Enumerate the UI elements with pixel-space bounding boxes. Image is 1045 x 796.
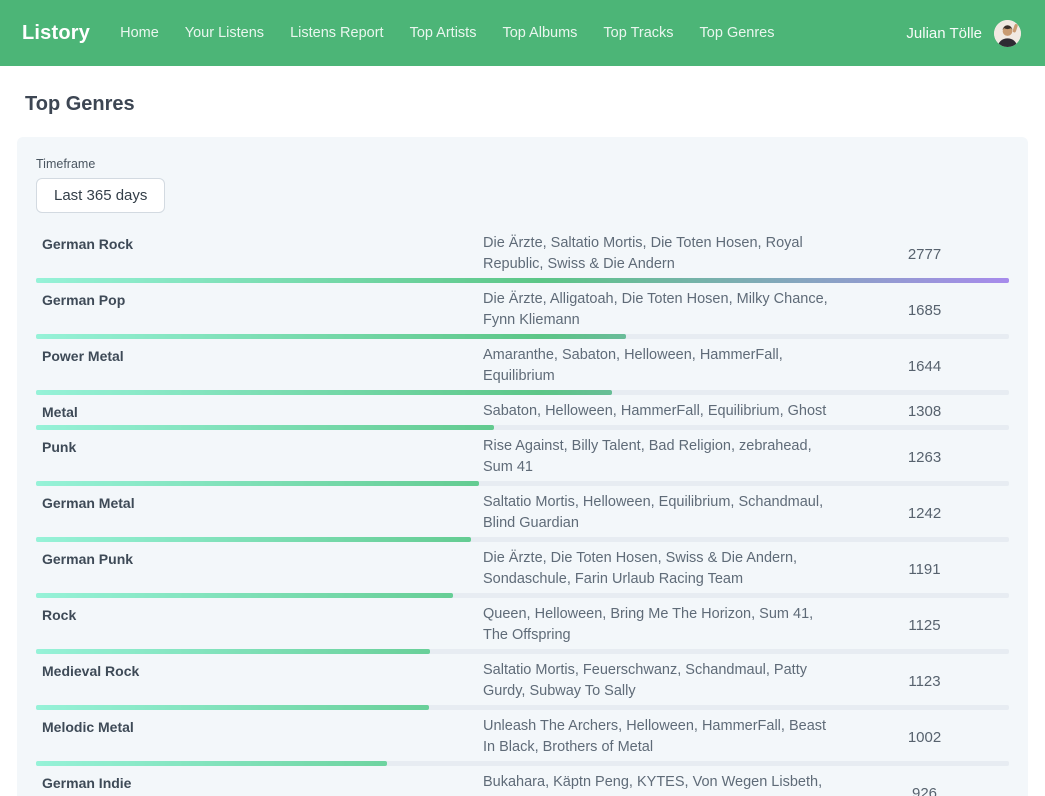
genre-artists: Bukahara, Käptn Peng, KYTES, Von Wegen L… [483,772,840,796]
genre-count: 2777 [840,246,1009,263]
genre-artists: Die Ärzte, Saltatio Mortis, Die Toten Ho… [483,233,840,275]
genre-row: German Punk Die Ärzte, Die Toten Hosen, … [36,542,1009,598]
genre-count: 1125 [840,617,1009,634]
genre-row: German Pop Die Ärzte, Alligatoah, Die To… [36,283,1009,339]
genre-name: Melodic Metal [36,716,483,758]
genre-count: 1191 [840,561,1009,578]
nav-link-top-artists[interactable]: Top Artists [410,25,477,41]
genre-row: Punk Rise Against, Billy Talent, Bad Rel… [36,430,1009,486]
avatar-photo-icon [994,20,1021,47]
genre-row: German Metal Saltatio Mortis, Helloween,… [36,486,1009,542]
nav-link-home[interactable]: Home [120,25,159,41]
genre-row: Power Metal Amaranthe, Sabaton, Hellowee… [36,339,1009,395]
genre-count: 1242 [840,505,1009,522]
top-genres-card: Timeframe Last 365 days German Rock Die … [17,137,1028,796]
genre-name: German Indie [36,772,483,796]
genre-row: German Indie Bukahara, Käptn Peng, KYTES… [36,766,1009,796]
genre-count: 1123 [840,673,1009,690]
genre-count: 926 [840,785,1009,796]
genre-name: Medieval Rock [36,660,483,702]
genre-count: 1308 [840,403,1009,420]
genre-name: Rock [36,604,483,646]
genre-row: Melodic Metal Unleash The Archers, Hello… [36,710,1009,766]
genre-name: Metal [36,401,483,422]
genre-name: German Pop [36,289,483,331]
nav-link-listens-report[interactable]: Listens Report [290,25,384,41]
genre-artists: Queen, Helloween, Bring Me The Horizon, … [483,604,840,646]
brand-logo[interactable]: Listory [22,22,90,45]
genre-artists: Unleash The Archers, Helloween, HammerFa… [483,716,840,758]
genre-list: German Rock Die Ärzte, Saltatio Mortis, … [36,227,1009,796]
nav-link-top-genres[interactable]: Top Genres [700,25,775,41]
genre-count: 1644 [840,358,1009,375]
genre-name: Punk [36,436,483,478]
genre-row: Rock Queen, Helloween, Bring Me The Hori… [36,598,1009,654]
genre-artists: Die Ärzte, Die Toten Hosen, Swiss & Die … [483,548,840,590]
user-avatar[interactable] [994,20,1021,47]
timeframe-select[interactable]: Last 365 days [36,178,165,213]
genre-artists: Saltatio Mortis, Feuerschwanz, Schandmau… [483,660,840,702]
genre-name: German Punk [36,548,483,590]
genre-artists: Sabaton, Helloween, HammerFall, Equilibr… [483,401,840,422]
navbar: Listory Home Your Listens Listens Report… [0,0,1045,66]
genre-row: German Rock Die Ärzte, Saltatio Mortis, … [36,227,1009,283]
nav-link-top-albums[interactable]: Top Albums [502,25,577,41]
nav-link-your-listens[interactable]: Your Listens [185,25,264,41]
genre-name: German Rock [36,233,483,275]
genre-row: Metal Sabaton, Helloween, HammerFall, Eq… [36,395,1009,430]
timeframe-label: Timeframe [36,157,1009,171]
user-name: Julian Tölle [906,25,982,42]
page-title: Top Genres [25,93,1045,116]
genre-artists: Amaranthe, Sabaton, Helloween, HammerFal… [483,345,840,387]
genre-row: Medieval Rock Saltatio Mortis, Feuerschw… [36,654,1009,710]
genre-artists: Saltatio Mortis, Helloween, Equilibrium,… [483,492,840,534]
genre-name: German Metal [36,492,483,534]
genre-count: 1685 [840,302,1009,319]
genre-count: 1263 [840,449,1009,466]
genre-artists: Rise Against, Billy Talent, Bad Religion… [483,436,840,478]
genre-count: 1002 [840,729,1009,746]
nav-links: Home Your Listens Listens Report Top Art… [120,25,774,41]
genre-name: Power Metal [36,345,483,387]
genre-artists: Die Ärzte, Alligatoah, Die Toten Hosen, … [483,289,840,331]
nav-link-top-tracks[interactable]: Top Tracks [603,25,673,41]
